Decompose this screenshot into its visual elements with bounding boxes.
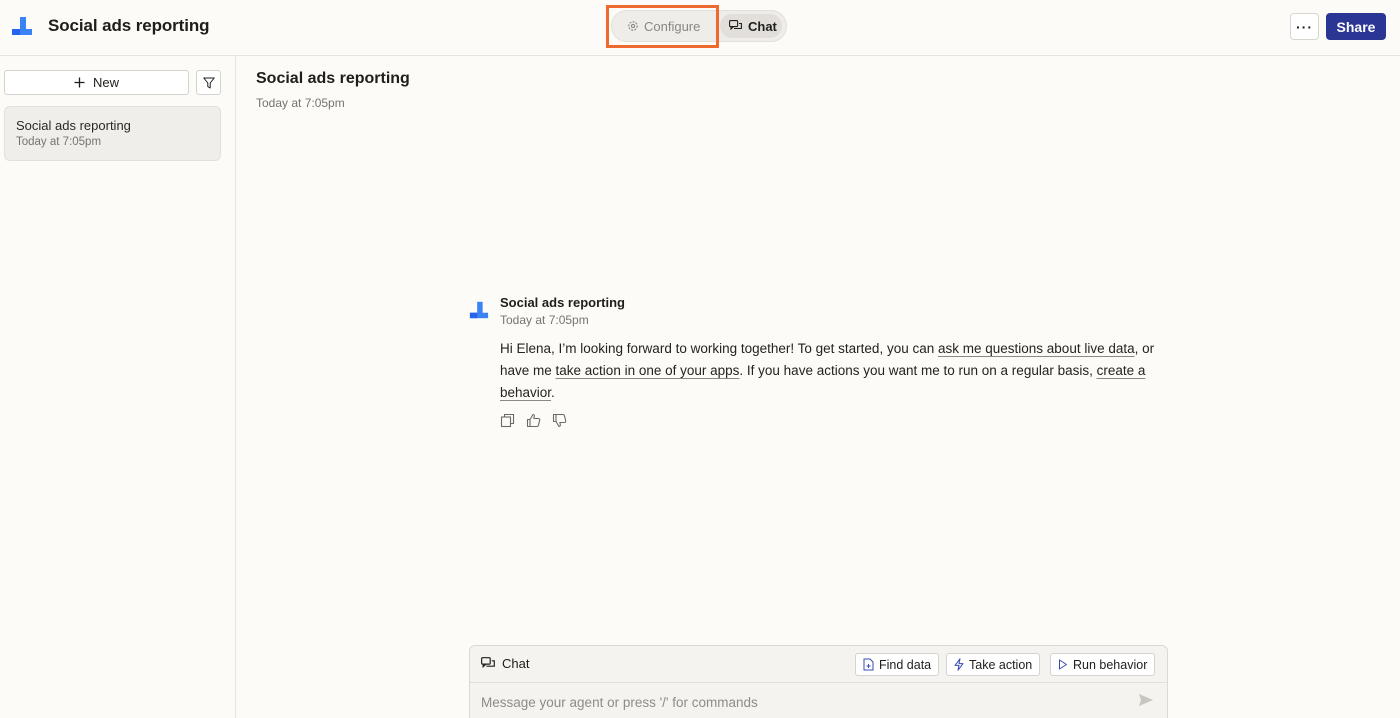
app-logo-icon [11, 16, 33, 36]
conversation-list-item[interactable]: Social ads reporting Today at 7:05pm [4, 106, 221, 161]
page-timestamp: Today at 7:05pm [256, 96, 345, 110]
chat-composer: Chat Find data Take action Run behavior … [469, 645, 1168, 718]
app-title: Social ads reporting [48, 16, 210, 35]
message-time: Today at 7:05pm [500, 313, 589, 327]
live-data-link[interactable]: ask me questions about live data [938, 341, 1135, 356]
top-header: Social ads reporting Configure Chat ··· … [0, 0, 1400, 56]
take-action-label: Take action [969, 657, 1033, 672]
find-data-button[interactable]: Find data [855, 653, 940, 676]
message-text: Hi Elena, I’m looking forward to working… [500, 341, 938, 356]
take-action-button[interactable]: Take action [946, 653, 1041, 676]
chat-label: Chat [748, 18, 777, 34]
send-icon[interactable] [1138, 693, 1156, 711]
message-author: Social ads reporting [500, 295, 625, 310]
new-label: New [92, 75, 119, 90]
run-behavior-button[interactable]: Run behavior [1050, 653, 1156, 676]
lightning-icon [954, 658, 964, 671]
composer-toolbar: Chat Find data Take action Run behavior [470, 646, 1167, 683]
message-body: Hi Elena, I’m looking forward to working… [500, 338, 1170, 404]
thumbs-down-icon[interactable] [552, 413, 567, 428]
more-options-button[interactable]: ··· [1290, 13, 1319, 40]
find-data-label: Find data [879, 657, 932, 672]
composer-label-text: Chat [502, 656, 530, 671]
plus-icon [74, 77, 85, 88]
run-behavior-label: Run behavior [1073, 657, 1148, 672]
composer-label: Chat [481, 656, 529, 671]
mode-switch: Configure Chat [611, 10, 787, 42]
thumbs-up-icon[interactable] [526, 413, 541, 428]
message-input[interactable] [470, 684, 1167, 718]
conversation-title: Social ads reporting [16, 118, 131, 133]
document-icon [863, 658, 874, 671]
copy-icon[interactable] [500, 413, 515, 428]
filter-icon [202, 77, 215, 89]
share-button[interactable]: Share [1326, 13, 1386, 40]
conversation-sidebar: New Social ads reporting Today at 7:05pm [0, 56, 236, 718]
agent-avatar-icon [469, 300, 489, 320]
take-action-link[interactable]: take action in one of your apps [556, 363, 740, 378]
chat-bubbles-icon [481, 657, 496, 670]
message-text: . If you have actions you want me to run… [739, 363, 1097, 378]
page-title: Social ads reporting [256, 70, 410, 87]
new-conversation-button[interactable]: New [4, 70, 189, 95]
conversation-time: Today at 7:05pm [16, 136, 102, 148]
message-text: . [551, 385, 555, 400]
chat-bubbles-icon [729, 20, 743, 32]
configure-tab[interactable]: Configure [618, 14, 713, 38]
gear-icon [627, 20, 639, 32]
chat-tab[interactable]: Chat [720, 14, 782, 38]
message-actions [500, 413, 567, 428]
filter-button[interactable] [196, 70, 221, 95]
configure-label: Configure [644, 18, 701, 34]
play-icon [1058, 659, 1068, 670]
